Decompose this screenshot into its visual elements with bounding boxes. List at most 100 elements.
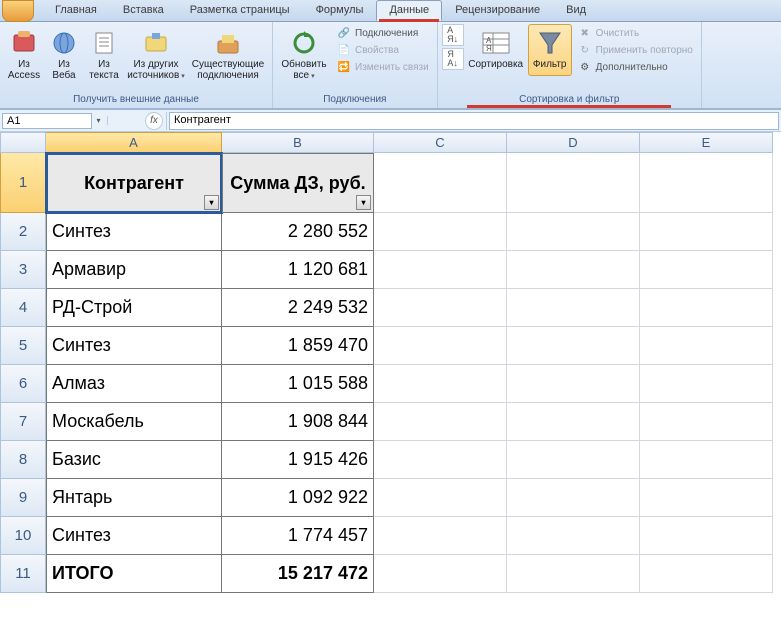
tab-page-layout[interactable]: Разметка страницы (177, 0, 303, 21)
row-header-5[interactable]: 5 (0, 327, 46, 365)
col-header-a[interactable]: A (46, 132, 222, 153)
cell-d7[interactable] (507, 403, 640, 441)
row-header-4[interactable]: 4 (0, 289, 46, 327)
cell-e5[interactable] (640, 327, 773, 365)
sort-button[interactable]: АЯ Сортировка (466, 24, 526, 76)
cell-b9[interactable]: 1 092 922 (222, 479, 374, 517)
from-other-button[interactable]: Из других источников▾ (126, 24, 186, 84)
tab-formulas[interactable]: Формулы (303, 0, 377, 21)
cell-e11[interactable] (640, 555, 773, 593)
cell-b2[interactable]: 2 280 552 (222, 213, 374, 251)
cell-a7[interactable]: Москабель (46, 403, 222, 441)
tab-home[interactable]: Главная (42, 0, 110, 21)
cell-c3[interactable] (374, 251, 507, 289)
formula-input[interactable]: Контрагент (169, 112, 779, 130)
cell-c4[interactable] (374, 289, 507, 327)
row-header-2[interactable]: 2 (0, 213, 46, 251)
cell-c8[interactable] (374, 441, 507, 479)
cell-a10[interactable]: Синтез (46, 517, 222, 555)
cell-e1[interactable] (640, 153, 773, 213)
refresh-all-button[interactable]: Обновить все▾ (277, 24, 331, 84)
cell-e2[interactable] (640, 213, 773, 251)
row-header-6[interactable]: 6 (0, 365, 46, 403)
cell-e7[interactable] (640, 403, 773, 441)
advanced-filter-button[interactable]: ⚙Дополнительно (576, 59, 695, 75)
cell-d5[interactable] (507, 327, 640, 365)
cell-a2[interactable]: Синтез (46, 213, 222, 251)
cell-c2[interactable] (374, 213, 507, 251)
cell-c1[interactable] (374, 153, 507, 213)
cell-a11[interactable]: ИТОГО (46, 555, 222, 593)
cell-b1[interactable]: Сумма ДЗ, руб.▾ (222, 153, 374, 213)
row-header-3[interactable]: 3 (0, 251, 46, 289)
tab-data[interactable]: Данные (376, 0, 442, 21)
cell-a1[interactable]: Контрагент▾ (46, 153, 222, 213)
group-title-sort-filter: Сортировка и фильтр (442, 94, 697, 106)
cell-b5[interactable]: 1 859 470 (222, 327, 374, 365)
cell-d8[interactable] (507, 441, 640, 479)
cell-c9[interactable] (374, 479, 507, 517)
col-header-b[interactable]: B (222, 132, 374, 153)
cell-a6[interactable]: Алмаз (46, 365, 222, 403)
connections-button[interactable]: 🔗Подключения (335, 25, 431, 41)
cell-a4[interactable]: РД-Строй (46, 289, 222, 327)
cell-d4[interactable] (507, 289, 640, 327)
row-header-8[interactable]: 8 (0, 441, 46, 479)
cell-b8[interactable]: 1 915 426 (222, 441, 374, 479)
cell-d6[interactable] (507, 365, 640, 403)
cell-d2[interactable] (507, 213, 640, 251)
filter-button[interactable]: Фильтр (528, 24, 572, 76)
cell-d1[interactable] (507, 153, 640, 213)
office-button[interactable] (2, 0, 34, 22)
tab-view[interactable]: Вид (553, 0, 599, 21)
cell-b11[interactable]: 15 217 472 (222, 555, 374, 593)
cell-e9[interactable] (640, 479, 773, 517)
filter-dropdown-b[interactable]: ▾ (356, 195, 371, 210)
cell-d10[interactable] (507, 517, 640, 555)
tab-insert[interactable]: Вставка (110, 0, 177, 21)
row-header-1[interactable]: 1 (0, 153, 46, 213)
cell-e3[interactable] (640, 251, 773, 289)
from-web-button[interactable]: Из Веба (46, 24, 82, 84)
existing-connections-button[interactable]: Существующие подключения (188, 24, 268, 84)
cell-a8[interactable]: Базис (46, 441, 222, 479)
cell-e10[interactable] (640, 517, 773, 555)
cell-b7[interactable]: 1 908 844 (222, 403, 374, 441)
row-header-11[interactable]: 11 (0, 555, 46, 593)
cell-a5[interactable]: Синтез (46, 327, 222, 365)
name-box-dropdown[interactable]: ▾ (94, 116, 108, 125)
filter-dropdown-a[interactable]: ▾ (204, 195, 219, 210)
col-header-d[interactable]: D (507, 132, 640, 153)
sort-asc-button[interactable]: АЯ↓ (442, 24, 464, 46)
name-box[interactable]: A1 (2, 113, 92, 129)
fx-button[interactable]: fx (145, 112, 163, 130)
sort-desc-button[interactable]: ЯА↓ (442, 48, 464, 70)
cell-c11[interactable] (374, 555, 507, 593)
cell-d11[interactable] (507, 555, 640, 593)
existing-conn-label: Существующие подключения (191, 59, 265, 81)
from-access-button[interactable]: Из Access (4, 24, 44, 84)
cell-e8[interactable] (640, 441, 773, 479)
tab-review[interactable]: Рецензирование (442, 0, 553, 21)
cell-e4[interactable] (640, 289, 773, 327)
cell-d9[interactable] (507, 479, 640, 517)
select-all-corner[interactable] (0, 132, 46, 153)
cell-a9[interactable]: Янтарь (46, 479, 222, 517)
cell-b6[interactable]: 1 015 588 (222, 365, 374, 403)
cell-c10[interactable] (374, 517, 507, 555)
cell-c5[interactable] (374, 327, 507, 365)
cell-e6[interactable] (640, 365, 773, 403)
cell-d3[interactable] (507, 251, 640, 289)
cell-c7[interactable] (374, 403, 507, 441)
col-header-c[interactable]: C (374, 132, 507, 153)
row-header-7[interactable]: 7 (0, 403, 46, 441)
cell-a3[interactable]: Армавир (46, 251, 222, 289)
col-header-e[interactable]: E (640, 132, 773, 153)
cell-b3[interactable]: 1 120 681 (222, 251, 374, 289)
from-text-button[interactable]: Из текста (84, 24, 124, 84)
row-header-9[interactable]: 9 (0, 479, 46, 517)
cell-b10[interactable]: 1 774 457 (222, 517, 374, 555)
row-header-10[interactable]: 10 (0, 517, 46, 555)
cell-c6[interactable] (374, 365, 507, 403)
cell-b4[interactable]: 2 249 532 (222, 289, 374, 327)
